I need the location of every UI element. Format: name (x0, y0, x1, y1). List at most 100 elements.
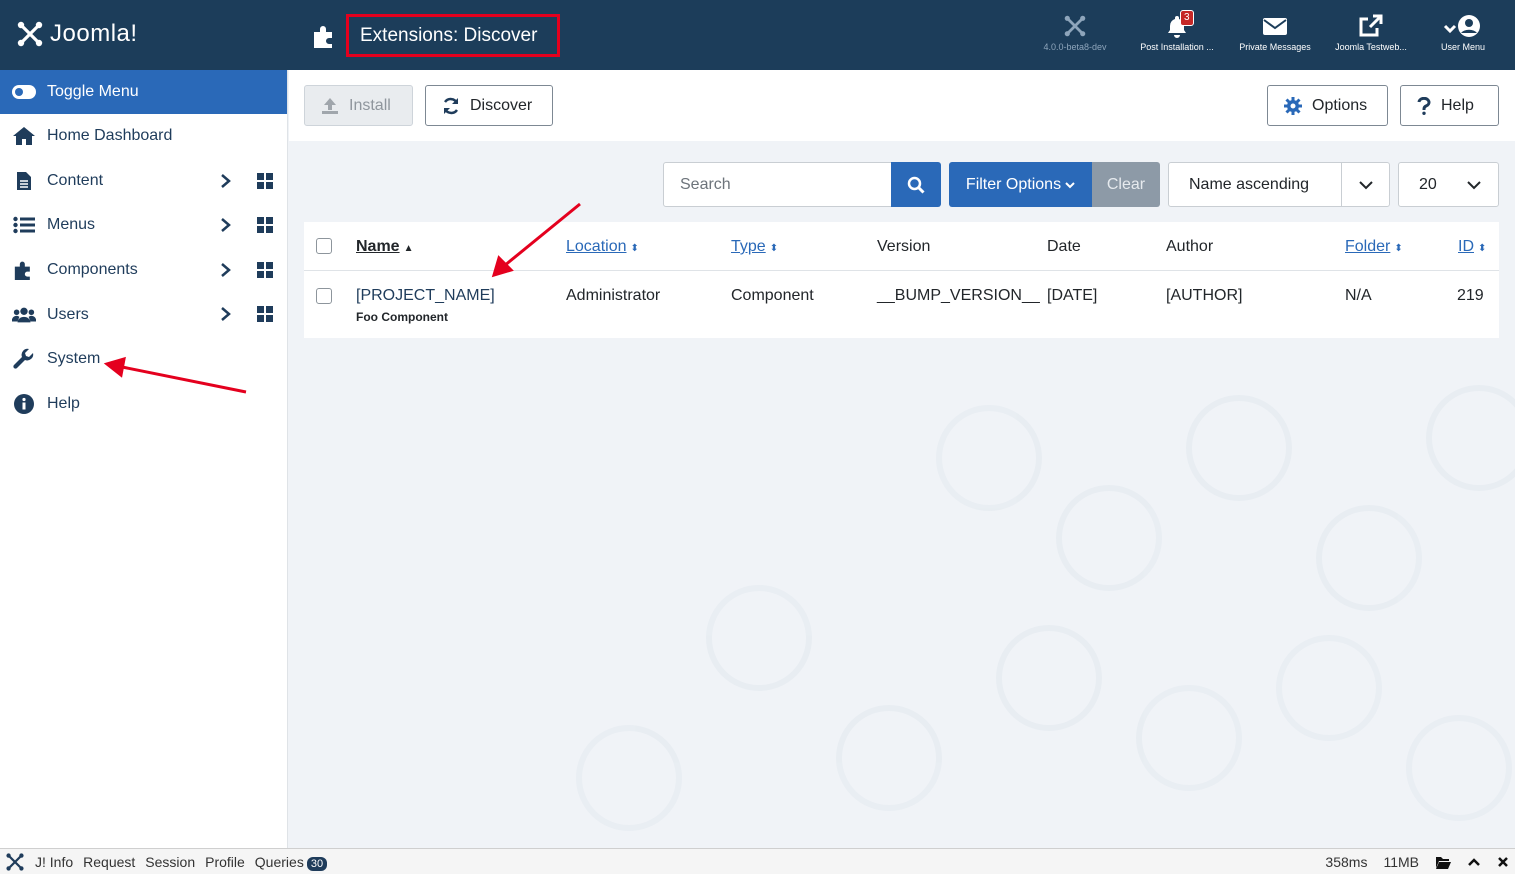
sidebar-item-system[interactable]: System (0, 337, 287, 382)
header-user-menu[interactable]: User Menu (1417, 14, 1509, 52)
column-label: Name (356, 238, 400, 255)
sidebar-item-label: Users (47, 305, 89, 323)
column-header-type[interactable]: Type ⬍ (731, 238, 778, 256)
page-title-area: Extensions: Discover (312, 14, 560, 57)
column-label: Location (566, 238, 627, 255)
install-button[interactable]: Install (304, 85, 413, 126)
extension-description: Foo Component (356, 310, 448, 324)
home-icon (13, 127, 35, 146)
debug-tab-request[interactable]: Request (83, 854, 135, 870)
sidebar: Toggle Menu Home Dashboard Content Menus… (0, 70, 288, 848)
folder-open-icon[interactable] (1435, 855, 1451, 869)
debug-tab-profile[interactable]: Profile (205, 854, 245, 870)
chevron-up-icon[interactable] (1467, 857, 1481, 867)
column-header-version: Version (877, 238, 931, 255)
column-label: Folder (1345, 238, 1391, 255)
debug-right-group: 358ms 11MB (1325, 849, 1515, 874)
version-label: 4.0.0-beta8-dev (1043, 42, 1107, 52)
user-circle-icon (1443, 15, 1480, 37)
toolbar: Install Discover Options Help (289, 70, 1515, 141)
column-header-location[interactable]: Location ⬍ (566, 238, 639, 256)
limit-select[interactable]: 20 (1398, 162, 1499, 207)
sidebar-item-home-dashboard[interactable]: Home Dashboard (0, 114, 287, 159)
header-post-installation[interactable]: 3 Post Installation ... (1131, 10, 1223, 52)
users-icon (12, 307, 36, 323)
extension-author: [AUTHOR] (1166, 287, 1243, 304)
sidebar-item-components[interactable]: Components (0, 248, 287, 293)
joomla-icon (1064, 15, 1086, 37)
extension-name: [PROJECT_NAME] (356, 287, 495, 304)
extension-location: Administrator (566, 287, 661, 304)
extension-type: Component (731, 287, 814, 304)
column-header-author: Author (1166, 238, 1214, 255)
private-messages-label: Private Messages (1239, 42, 1311, 52)
column-header-folder[interactable]: Folder ⬍ (1345, 238, 1403, 256)
ordering-value: Name ascending (1189, 175, 1310, 193)
dashboard-grid-icon[interactable] (257, 217, 273, 234)
extensions-table: Name ▲ Location ⬍ Type ⬍ Version Date Autho… (304, 222, 1499, 338)
search-icon (907, 176, 925, 194)
sidebar-item-label: Help (47, 394, 80, 412)
sidebar-item-help[interactable]: Help (0, 382, 287, 427)
clear-button[interactable]: Clear (1092, 162, 1160, 207)
select-all-checkbox[interactable] (316, 238, 332, 254)
close-icon[interactable] (1497, 856, 1509, 868)
search-button[interactable] (891, 162, 941, 207)
puzzle-icon (314, 25, 332, 48)
dashboard-grid-icon[interactable] (257, 172, 273, 189)
chevron-right-icon[interactable] (219, 217, 233, 233)
debug-tab-session[interactable]: Session (145, 854, 195, 870)
sidebar-item-content[interactable]: Content (0, 159, 287, 204)
user-menu-label: User Menu (1440, 42, 1485, 52)
notification-badge: 3 (1180, 10, 1194, 26)
header-divider (304, 270, 1499, 271)
envelope-icon (1263, 18, 1287, 35)
row-checkbox[interactable] (316, 288, 332, 304)
sync-icon (443, 97, 459, 114)
joomla-logo[interactable]: Joomla! (16, 20, 138, 48)
options-button[interactable]: Options (1267, 85, 1388, 126)
filter-options-button[interactable]: Filter Options (949, 162, 1092, 207)
sidebar-item-menus[interactable]: Menus (0, 203, 287, 248)
site-link-label: Joomla Testweb... (1335, 42, 1407, 52)
help-button[interactable]: Help (1400, 85, 1499, 126)
wrench-icon (13, 349, 34, 369)
logo-text: Joomla! (50, 20, 138, 47)
column-header-id[interactable]: ID ⬍ (1458, 238, 1486, 256)
chevron-right-icon[interactable] (219, 173, 233, 189)
gear-icon (1284, 96, 1302, 115)
chevron-right-icon[interactable] (219, 262, 233, 278)
limit-value: 20 (1419, 175, 1437, 193)
dashboard-grid-icon[interactable] (257, 306, 273, 323)
column-header-name[interactable]: Name ▲ (356, 238, 413, 256)
header-site-link[interactable]: Joomla Testweb... (1325, 14, 1417, 52)
queries-count-badge: 30 (306, 856, 328, 871)
chevron-right-icon[interactable] (219, 306, 233, 322)
sidebar-item-users[interactable]: Users (0, 292, 287, 337)
install-label: Install (349, 96, 391, 114)
discover-button[interactable]: Discover (425, 85, 553, 126)
sort-icon: ⬍ (1478, 243, 1487, 254)
extension-date: [DATE] (1047, 287, 1098, 304)
sidebar-item-label: System (47, 350, 101, 368)
dashboard-grid-icon[interactable] (257, 261, 273, 278)
header-version[interactable]: 4.0.0-beta8-dev (1029, 14, 1121, 52)
extension-version: __BUMP_VERSION__ (877, 287, 1040, 304)
debug-tab-info[interactable]: J! Info (35, 854, 73, 870)
search-input[interactable]: Search (663, 162, 892, 207)
toggle-icon (12, 85, 36, 99)
queries-label: Queries (254, 853, 304, 870)
background-pattern (576, 385, 1515, 831)
ordering-select[interactable]: Name ascending (1168, 162, 1390, 207)
debug-tab-queries[interactable]: Queries 30 (254, 853, 328, 871)
sidebar-item-label: Components (47, 261, 138, 279)
header-private-messages[interactable]: Private Messages (1229, 14, 1321, 52)
info-icon (14, 393, 34, 414)
top-header: Joomla! Extensions: Discover 4.0.0-beta8… (0, 0, 1515, 70)
upload-icon (322, 97, 338, 114)
options-label: Options (1312, 96, 1368, 114)
sidebar-item-label: Content (47, 171, 104, 189)
joomla-logo-icon (17, 21, 43, 47)
filter-options-label: Filter Options (965, 175, 1062, 193)
toggle-menu[interactable]: Toggle Menu (0, 70, 287, 114)
